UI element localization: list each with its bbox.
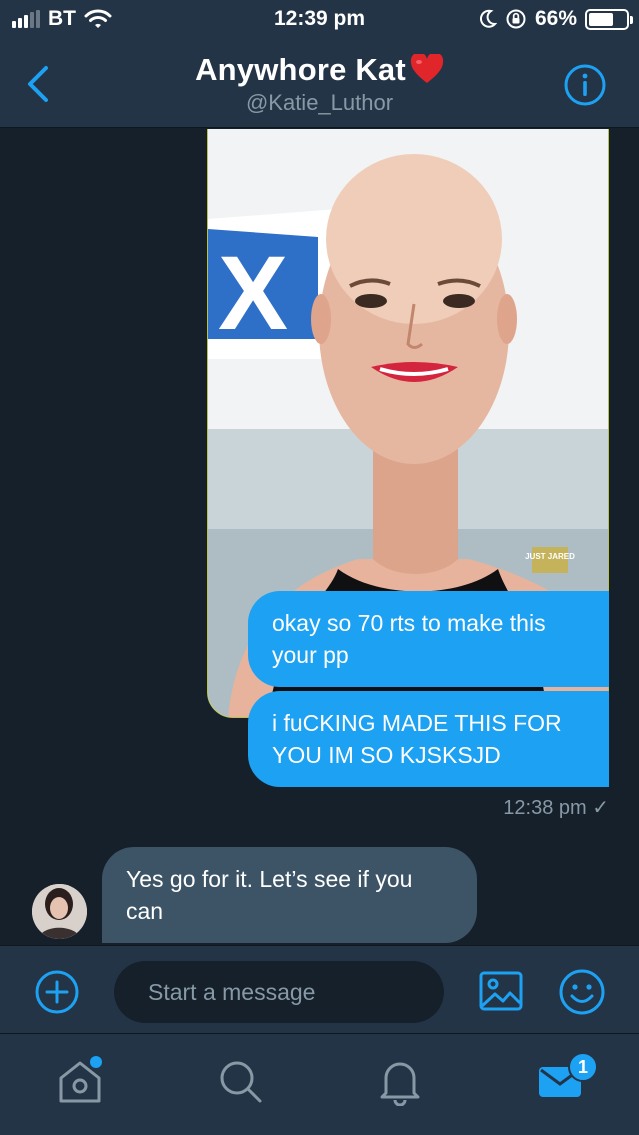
moon-icon [480, 9, 497, 28]
message-timestamp: 12:38 pm ✓ [503, 795, 609, 820]
message-composer [0, 945, 639, 1033]
sent-check-icon: ✓ [592, 797, 609, 819]
battery-percent: 66% [534, 7, 577, 30]
messages-badge: 1 [568, 1052, 598, 1082]
conversation-thread[interactable]: X JUST JARED okay so 70 rts to make this… [0, 129, 639, 944]
rotation-lock-icon [506, 9, 526, 29]
search-icon[interactable] [215, 1056, 265, 1106]
notifications-bell-icon[interactable] [375, 1056, 425, 1106]
incoming-message-bubble[interactable]: Yes go for it. Let’s see if you can [102, 847, 477, 943]
outgoing-message-bubble[interactable]: okay so 70 rts to make this your pp [248, 591, 609, 687]
emoji-icon[interactable] [558, 968, 606, 1016]
image-watermark: JUST JARED [525, 552, 575, 561]
top-bar: BT 12:39 pm 66% Anywhore Kat @Katie_Luth… [0, 0, 639, 128]
bottom-tab-bar [0, 1033, 639, 1135]
svg-text:X: X [218, 235, 288, 352]
message-input[interactable] [114, 961, 444, 1023]
add-circle-icon[interactable] [34, 969, 80, 1015]
heart-icon [410, 54, 444, 83]
contact-name: Anywhore Kat [195, 52, 406, 87]
conversation-title: Anywhore Kat [0, 52, 639, 88]
header-title-group: Anywhore Kat @Katie_Luthor [0, 52, 639, 116]
avatar[interactable] [32, 884, 87, 939]
outgoing-message-bubble[interactable]: i fuCKING MADE THIS FOR YOU IM SO KJSKSJ… [248, 691, 609, 787]
avatar-image [32, 884, 87, 939]
info-icon[interactable] [563, 63, 607, 107]
status-right: 66% [479, 7, 633, 31]
status-bar: BT 12:39 pm 66% [0, 0, 639, 40]
contact-handle: @Katie_Luthor [245, 90, 394, 115]
sent-time: 12:38 pm [503, 797, 587, 819]
home-new-dot [90, 1056, 102, 1068]
image-icon[interactable] [478, 968, 524, 1014]
battery-icon [585, 8, 633, 30]
